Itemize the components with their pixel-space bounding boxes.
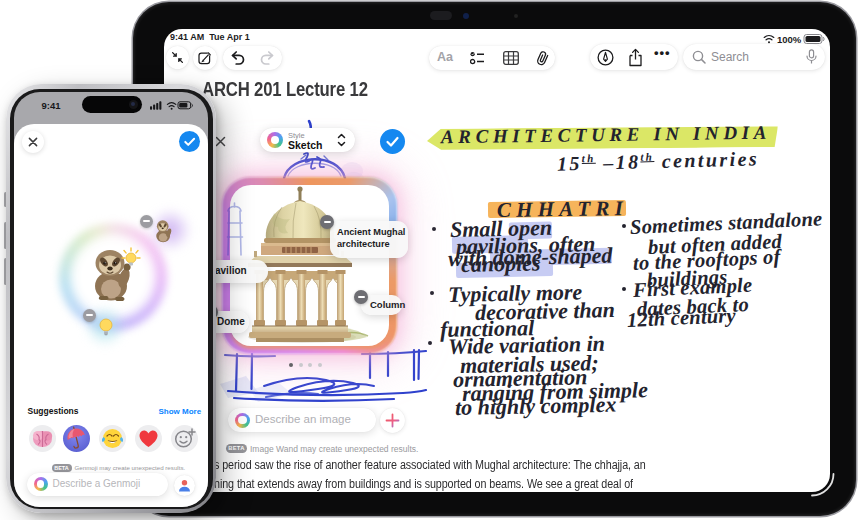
svg-text:100%: 100%	[777, 34, 802, 45]
